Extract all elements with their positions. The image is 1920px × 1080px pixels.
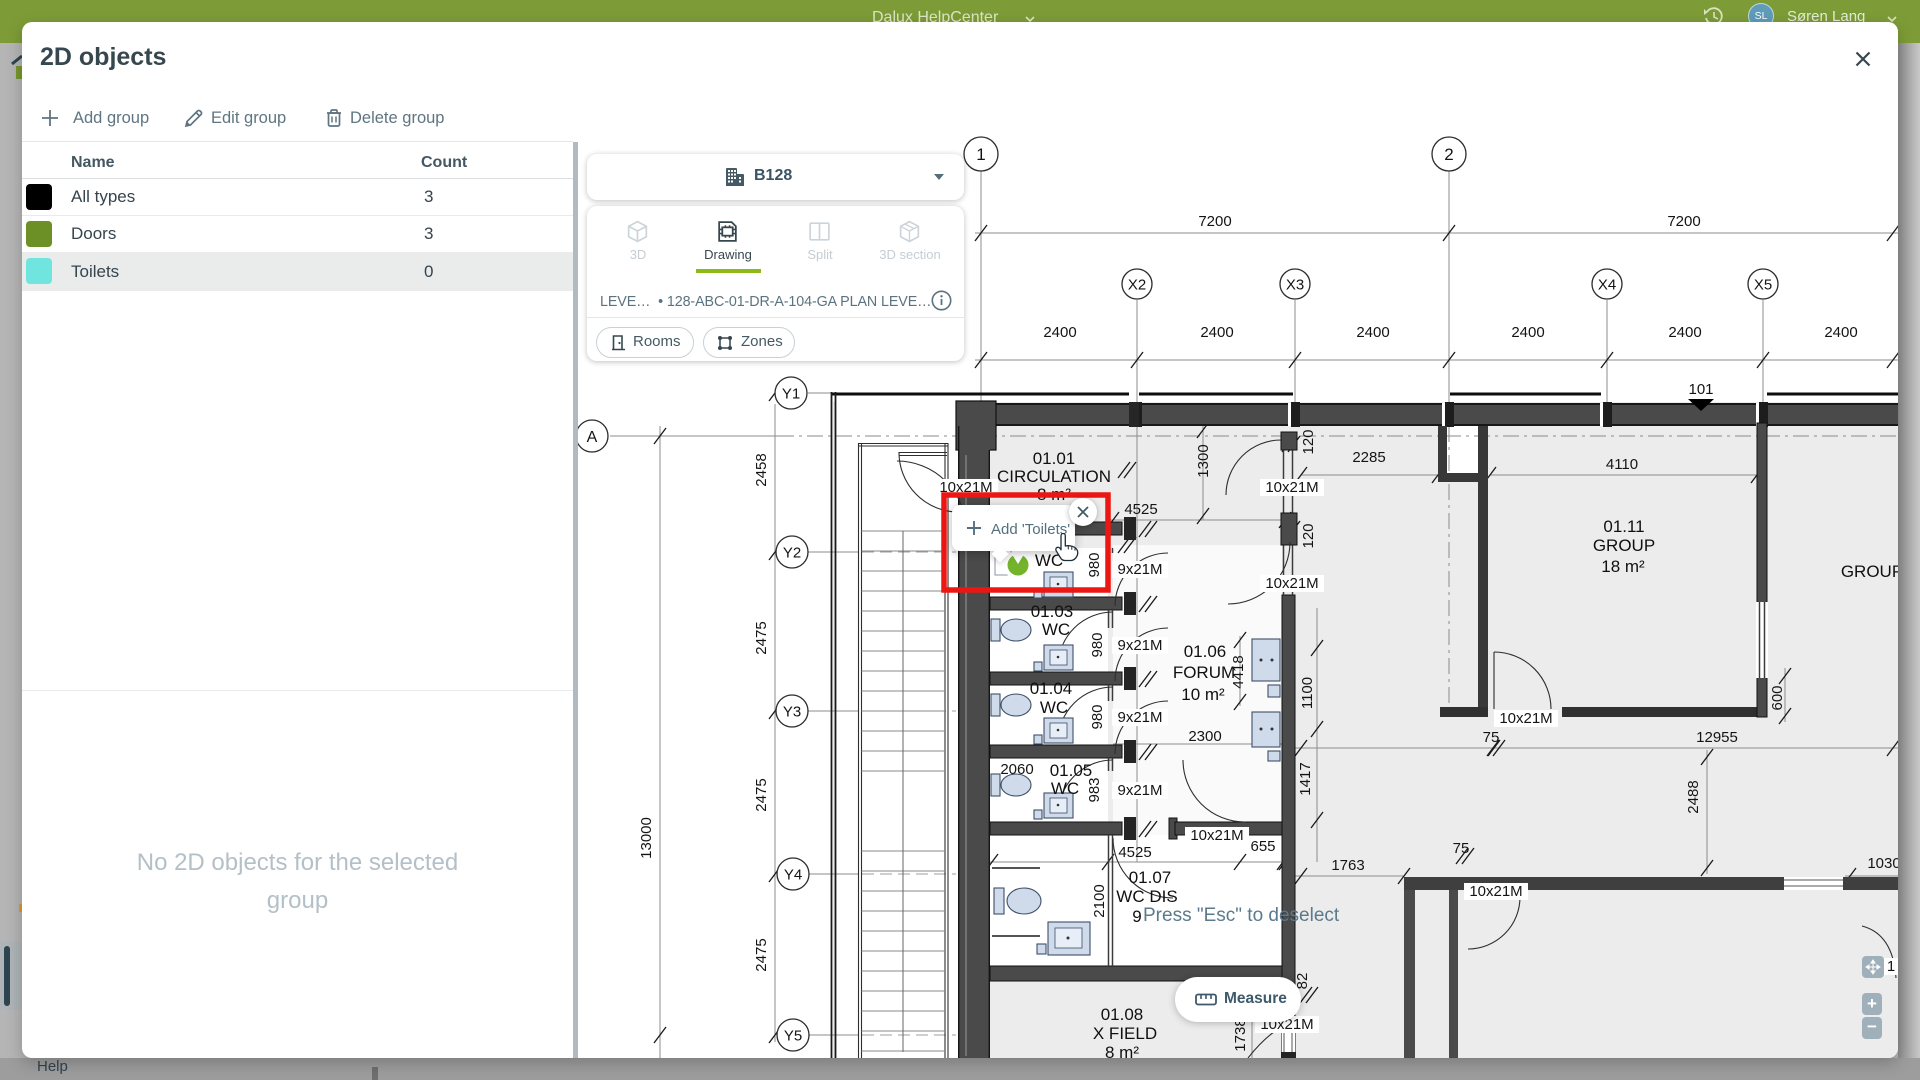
svg-text:WC: WC (1051, 779, 1079, 798)
svg-text:2300: 2300 (1188, 728, 1221, 745)
svg-text:1030: 1030 (1867, 855, 1898, 872)
svg-text:GROUP: GROUP (1593, 536, 1655, 555)
svg-text:01.07: 01.07 (1129, 868, 1172, 887)
svg-text:12955: 12955 (1696, 729, 1738, 746)
svg-text:2400: 2400 (1200, 324, 1233, 341)
svg-text:2458: 2458 (753, 453, 770, 486)
svg-text:2475: 2475 (753, 621, 770, 654)
svg-text:1417: 1417 (1297, 762, 1314, 795)
svg-text:10x21M: 10x21M (1265, 479, 1318, 496)
svg-text:2285: 2285 (1352, 449, 1385, 466)
svg-text:2488: 2488 (1685, 780, 1702, 813)
svg-text:WC DIS: WC DIS (1116, 887, 1177, 906)
svg-text:Y3: Y3 (783, 703, 801, 720)
svg-text:10x21M: 10x21M (1469, 883, 1522, 900)
svg-text:9x21M: 9x21M (1117, 709, 1162, 726)
svg-text:75: 75 (1483, 729, 1500, 746)
svg-text:FORUM: FORUM (1173, 663, 1235, 682)
svg-text:1: 1 (976, 145, 985, 164)
svg-text:4525: 4525 (1118, 844, 1151, 861)
svg-text:1300: 1300 (1195, 444, 1212, 477)
svg-text:120: 120 (1300, 523, 1317, 548)
svg-text:13000: 13000 (638, 817, 655, 859)
svg-text:X5: X5 (1754, 276, 1772, 293)
svg-text:9x21M: 9x21M (1117, 561, 1162, 578)
svg-text:2400: 2400 (1824, 324, 1857, 341)
svg-text:2400: 2400 (1356, 324, 1389, 341)
svg-text:X3: X3 (1286, 276, 1304, 293)
svg-text:2: 2 (1444, 145, 1453, 164)
svg-text:Y4: Y4 (784, 866, 802, 883)
svg-text:8 m²: 8 m² (1105, 1043, 1139, 1058)
svg-text:Y5: Y5 (784, 1027, 802, 1044)
svg-text:9x21M: 9x21M (1117, 637, 1162, 654)
svg-text:7200: 7200 (1667, 213, 1700, 230)
svg-text:WC: WC (1042, 620, 1070, 639)
svg-text:CIRCULATION: CIRCULATION (997, 467, 1111, 486)
svg-text:9: 9 (1132, 907, 1141, 926)
svg-text:120: 120 (1300, 429, 1317, 454)
svg-text:4110: 4110 (1606, 456, 1638, 473)
svg-text:GROUP: GROUP (1841, 562, 1898, 581)
svg-text:Y1: Y1 (782, 385, 800, 402)
svg-text:01.06: 01.06 (1184, 642, 1227, 661)
svg-text:A: A (587, 429, 598, 446)
svg-text:01.04: 01.04 (1030, 679, 1073, 698)
svg-text:WC: WC (1040, 698, 1068, 717)
svg-text:2475: 2475 (753, 778, 770, 811)
svg-text:75: 75 (1453, 840, 1470, 857)
svg-text:4525: 4525 (1124, 501, 1157, 518)
svg-text:10x21M: 10x21M (1499, 710, 1552, 727)
svg-text:2060: 2060 (1000, 761, 1033, 778)
svg-text:10x21M: 10x21M (1190, 827, 1243, 844)
svg-text:Y2: Y2 (783, 544, 801, 561)
svg-text:655: 655 (1250, 838, 1275, 855)
svg-text:980: 980 (1086, 552, 1103, 577)
svg-text:980: 980 (1089, 632, 1106, 657)
svg-text:10 m²: 10 m² (1181, 685, 1225, 704)
svg-text:2100: 2100 (1091, 884, 1108, 917)
svg-text:01.08: 01.08 (1101, 1005, 1144, 1024)
svg-text:X4: X4 (1598, 276, 1616, 293)
svg-text:2400: 2400 (1668, 324, 1701, 341)
svg-text:01.05: 01.05 (1050, 761, 1093, 780)
svg-text:10x21M: 10x21M (1265, 575, 1318, 592)
svg-text:1738: 1738 (1232, 1018, 1249, 1051)
svg-text:X2: X2 (1128, 276, 1146, 293)
svg-text:7200: 7200 (1198, 213, 1231, 230)
svg-text:101: 101 (1688, 381, 1713, 398)
svg-text:1: 1 (1887, 958, 1895, 975)
svg-text:2475: 2475 (753, 938, 770, 971)
svg-text:980: 980 (1089, 704, 1106, 729)
svg-text:2400: 2400 (1043, 324, 1076, 341)
svg-text:9x21M: 9x21M (1117, 782, 1162, 799)
svg-text:01.11: 01.11 (1603, 517, 1644, 536)
svg-text:X FIELD: X FIELD (1093, 1024, 1157, 1043)
svg-text:1763: 1763 (1331, 857, 1364, 874)
svg-text:1100: 1100 (1299, 677, 1316, 709)
svg-text:01.01: 01.01 (1033, 449, 1076, 468)
svg-text:4418: 4418 (1230, 655, 1247, 688)
svg-text:2400: 2400 (1511, 324, 1544, 341)
svg-text:18 m²: 18 m² (1601, 557, 1645, 576)
svg-text:983: 983 (1086, 777, 1103, 802)
svg-text:600: 600 (1769, 685, 1786, 710)
svg-text:01.03: 01.03 (1031, 602, 1074, 621)
